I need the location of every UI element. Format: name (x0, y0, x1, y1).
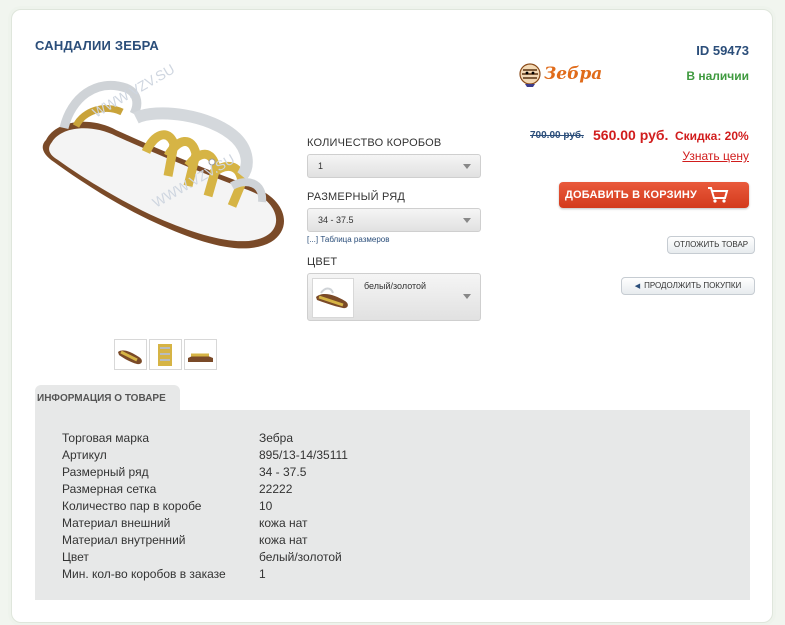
stock-status: В наличии (686, 69, 749, 83)
defer-item-button[interactable]: ОТЛОЖИТЬ ТОВАР (667, 236, 755, 254)
discount-badge: Скидка: 20% (675, 129, 749, 143)
thumbnail-3[interactable] (184, 339, 217, 370)
tab-product-info-label: ИНФОРМАЦИЯ О ТОВАРЕ (37, 393, 166, 404)
tab-product-info[interactable]: ИНФОРМАЦИЯ О ТОВАРЕ (35, 385, 180, 411)
info-key: Количество пар в коробе (62, 499, 202, 513)
info-value: 895/13-14/35111 (259, 448, 348, 462)
info-key: Торговая марка (62, 431, 150, 445)
new-price: 560.00 руб. (593, 127, 669, 143)
zebra-mascot-icon (519, 63, 541, 87)
info-key: Артикул (62, 448, 107, 462)
color-swatch (312, 278, 354, 318)
color-select-value: белый/золотой (364, 281, 427, 291)
continue-shopping-label: ПРОДОЛЖИТЬ ПОКУПКИ (644, 281, 742, 290)
boxes-label: КОЛИЧЕСТВО КОРОБОВ (307, 137, 442, 149)
info-value: кожа нат (259, 516, 308, 530)
chevron-down-icon (463, 294, 471, 299)
sandal-image: WWW.VZV.SU WWW.VZV.SU (42, 61, 285, 249)
add-to-cart-label: ДОБАВИТЬ В КОРЗИНУ (565, 189, 698, 201)
boxes-select[interactable]: 1 (307, 154, 481, 178)
info-key: Размерный ряд (62, 465, 149, 479)
cart-icon (708, 187, 729, 203)
size-select-value: 34 - 37.5 (318, 215, 354, 225)
sandal-thumb-image (158, 344, 172, 366)
info-key: Цвет (62, 550, 89, 564)
brand-logo[interactable]: Зебра (518, 62, 602, 90)
sandal-swatch-image (316, 287, 348, 309)
info-key: Мин. кол-во коробов в заказе (62, 567, 226, 581)
color-label: ЦВЕТ (307, 256, 338, 268)
product-id: ID 59473 (696, 43, 749, 58)
product-info-panel: Торговая марка Зебра Артикул 895/13-14/351… (35, 410, 750, 600)
arrow-left-icon: ◀ (634, 283, 641, 290)
sandal-thumb-image (118, 350, 142, 365)
add-to-cart-button[interactable]: ДОБАВИТЬ В КОРЗИНУ (559, 182, 749, 208)
size-select[interactable]: 34 - 37.5 (307, 208, 481, 232)
old-price: 700.00 руб. (530, 130, 584, 141)
info-key: Материал внутренний (62, 533, 186, 547)
info-key: Материал внешний (62, 516, 171, 530)
info-key: Размерная сетка (62, 482, 157, 496)
chevron-down-icon (463, 164, 471, 169)
continue-shopping-button[interactable]: ◀ ПРОДОЛЖИТЬ ПОКУПКИ (621, 277, 755, 295)
sandal-thumb-image (188, 353, 213, 362)
info-value: кожа нат (259, 533, 308, 547)
know-price-link[interactable]: Узнать цену (682, 149, 749, 163)
info-value: 34 - 37.5 (259, 465, 307, 479)
thumbnail-1[interactable] (114, 339, 147, 370)
info-value: Зебра (259, 431, 294, 445)
thumbnail-2[interactable] (149, 339, 182, 370)
brand-logo-text: Зебра (544, 64, 603, 84)
info-value: белый/золотой (259, 550, 342, 564)
info-value: 10 (259, 499, 273, 513)
info-value: 22222 (259, 482, 293, 496)
product-photo[interactable]: WWW.VZV.SU WWW.VZV.SU (36, 58, 301, 268)
product-title: САНДАЛИИ ЗЕБРА (35, 38, 159, 53)
color-select[interactable]: белый/золотой (307, 273, 481, 321)
size-table-link[interactable]: [...] Таблица размеров (307, 235, 390, 244)
info-value: 1 (259, 567, 266, 581)
size-label: РАЗМЕРНЫЙ РЯД (307, 191, 406, 203)
boxes-select-value: 1 (318, 161, 324, 171)
chevron-down-icon (463, 218, 471, 223)
